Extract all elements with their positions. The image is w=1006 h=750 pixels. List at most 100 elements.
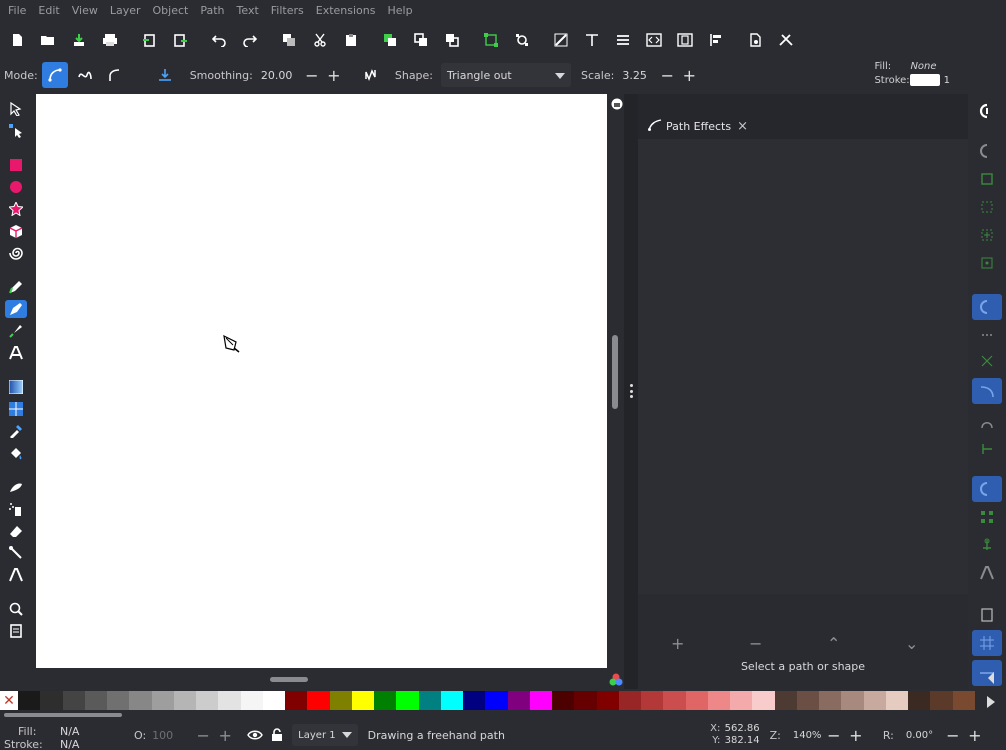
lock-icon[interactable] bbox=[266, 728, 288, 742]
color-swatch[interactable] bbox=[952, 691, 975, 710]
paint-bucket-tool-icon[interactable] bbox=[5, 444, 27, 462]
group-icon[interactable] bbox=[377, 27, 403, 53]
color-swatch[interactable] bbox=[774, 691, 797, 710]
duplicate-icon[interactable] bbox=[276, 27, 302, 53]
canvas-horizontal-scrollbar[interactable] bbox=[270, 677, 308, 682]
smoothing-increment-button[interactable]: + bbox=[323, 66, 345, 85]
color-swatch[interactable] bbox=[641, 691, 664, 710]
eye-icon[interactable] bbox=[244, 729, 266, 741]
connector-tool-icon[interactable] bbox=[5, 544, 27, 562]
menu-layer[interactable]: Layer bbox=[104, 0, 147, 22]
pencil-tool-icon[interactable] bbox=[5, 278, 27, 296]
dock-separator[interactable] bbox=[624, 94, 638, 689]
zoom-in-button[interactable]: + bbox=[845, 726, 867, 745]
star-tool-icon[interactable] bbox=[5, 200, 27, 218]
color-swatch[interactable] bbox=[62, 691, 85, 710]
rotate-cw-button[interactable]: + bbox=[964, 726, 986, 745]
save-icon[interactable] bbox=[66, 27, 92, 53]
snap-page-border-icon[interactable] bbox=[972, 602, 1002, 628]
color-swatch[interactable] bbox=[285, 691, 308, 710]
color-swatch[interactable] bbox=[173, 691, 196, 710]
pen-tool-icon[interactable] bbox=[5, 300, 27, 318]
export-icon[interactable] bbox=[167, 27, 193, 53]
scale-decrement-button[interactable]: − bbox=[656, 66, 678, 85]
selector-tool-icon[interactable] bbox=[5, 100, 27, 118]
node-tool-icon[interactable] bbox=[5, 122, 27, 140]
color-swatch[interactable] bbox=[863, 691, 886, 710]
zoom-value[interactable]: 140% bbox=[793, 730, 823, 741]
color-swatch[interactable] bbox=[507, 691, 530, 710]
color-swatch[interactable] bbox=[18, 691, 41, 710]
snap-bbox-edges-icon[interactable] bbox=[972, 166, 1002, 192]
menu-view[interactable]: View bbox=[66, 0, 104, 22]
mesh-tool-icon[interactable] bbox=[5, 400, 27, 418]
layers-panel-icon[interactable] bbox=[703, 27, 729, 53]
no-paint-swatch[interactable]: ✕ bbox=[0, 691, 18, 710]
menu-extensions[interactable]: Extensions bbox=[310, 0, 382, 22]
color-swatch[interactable] bbox=[663, 691, 686, 710]
move-down-button[interactable]: ⌄ bbox=[905, 634, 918, 653]
import-icon[interactable] bbox=[136, 27, 162, 53]
object-to-path-icon[interactable] bbox=[509, 27, 535, 53]
snap-grids-icon[interactable] bbox=[972, 630, 1002, 656]
color-swatch[interactable] bbox=[552, 691, 575, 710]
undo-icon[interactable] bbox=[206, 27, 232, 53]
zoom-tool-icon[interactable] bbox=[5, 600, 27, 618]
xml-editor-icon[interactable] bbox=[641, 27, 667, 53]
node-select-icon[interactable] bbox=[478, 27, 504, 53]
color-swatch[interactable] bbox=[618, 691, 641, 710]
color-swatch[interactable] bbox=[841, 691, 864, 710]
scale-increment-button[interactable]: + bbox=[678, 66, 700, 85]
color-swatch[interactable] bbox=[351, 691, 374, 710]
menu-filters[interactable]: Filters bbox=[265, 0, 310, 22]
dropper-tool-icon[interactable] bbox=[5, 422, 27, 440]
move-up-button[interactable]: ⌃ bbox=[827, 634, 840, 653]
color-swatch[interactable] bbox=[418, 691, 441, 710]
lpe-simplify-button[interactable] bbox=[359, 62, 385, 88]
preferences-icon[interactable] bbox=[773, 27, 799, 53]
color-swatch[interactable] bbox=[84, 691, 107, 710]
color-swatch[interactable] bbox=[529, 691, 552, 710]
snap-bbox-icon[interactable] bbox=[972, 138, 1002, 164]
snap-nodes-icon[interactable] bbox=[972, 294, 1002, 320]
layer-dropdown[interactable]: Layer 1 bbox=[292, 724, 358, 746]
redo-icon[interactable] bbox=[237, 27, 263, 53]
color-swatch[interactable] bbox=[752, 691, 775, 710]
color-swatch[interactable] bbox=[574, 691, 597, 710]
snap-text-baseline-icon[interactable] bbox=[972, 560, 1002, 586]
unlink-clone-icon[interactable] bbox=[439, 27, 465, 53]
open-icon[interactable] bbox=[35, 27, 61, 53]
color-swatch[interactable] bbox=[730, 691, 753, 710]
opacity-increment-button[interactable]: + bbox=[214, 726, 236, 745]
3d-box-tool-icon[interactable] bbox=[5, 222, 27, 240]
eraser-tool-icon[interactable] bbox=[5, 522, 27, 540]
color-swatch[interactable] bbox=[908, 691, 931, 710]
color-swatch[interactable] bbox=[196, 691, 219, 710]
drawing-canvas[interactable] bbox=[36, 94, 607, 668]
pages-tool-icon[interactable] bbox=[5, 622, 27, 640]
opacity-value[interactable]: 100 bbox=[152, 729, 192, 742]
snap-paths-icon[interactable] bbox=[972, 322, 1002, 348]
tab-path-effects[interactable]: Path Effects × bbox=[648, 114, 748, 138]
clone-icon[interactable] bbox=[408, 27, 434, 53]
expand-left-icon[interactable] bbox=[986, 672, 1000, 686]
color-swatch[interactable] bbox=[796, 691, 819, 710]
color-swatch[interactable] bbox=[307, 691, 330, 710]
color-swatch[interactable] bbox=[129, 691, 152, 710]
snap-toggle-icon[interactable] bbox=[972, 98, 1002, 124]
align-icon[interactable] bbox=[610, 27, 636, 53]
ellipse-tool-icon[interactable] bbox=[5, 178, 27, 196]
smoothing-value[interactable]: 20.00 bbox=[261, 69, 301, 82]
menu-edit[interactable]: Edit bbox=[32, 0, 65, 22]
color-management-icon[interactable] bbox=[608, 672, 624, 688]
pressure-input-button[interactable] bbox=[152, 62, 178, 88]
text-tool-icon[interactable] bbox=[5, 344, 27, 362]
rotate-ccw-button[interactable]: − bbox=[942, 726, 964, 745]
document-properties-icon[interactable] bbox=[742, 27, 768, 53]
snap-cusp-nodes-icon[interactable] bbox=[972, 378, 1002, 404]
snap-others-icon[interactable] bbox=[972, 476, 1002, 502]
style-indicator[interactable]: Fill: None Stroke: 1 bbox=[874, 60, 950, 88]
lock-guides-icon[interactable] bbox=[610, 96, 624, 112]
menu-path[interactable]: Path bbox=[194, 0, 230, 22]
snap-line-midpoints-icon[interactable] bbox=[972, 436, 1002, 462]
